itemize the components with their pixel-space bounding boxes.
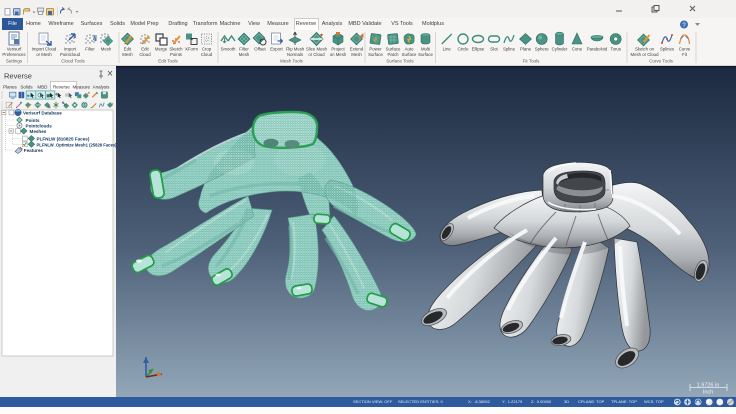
svg-text:Cylinder: Cylinder	[552, 47, 568, 52]
svg-text:Spline: Spline	[503, 47, 516, 52]
svg-text:Points: Points	[170, 52, 182, 57]
svg-text:Filter: Filter	[239, 47, 249, 52]
svg-text:Reverse: Reverse	[4, 72, 32, 81]
svg-text:Multi: Multi	[421, 47, 430, 52]
svg-text:Verisurf Database: Verisurf Database	[23, 111, 62, 116]
svg-text:Cone: Cone	[572, 47, 583, 52]
svg-text:Edit: Edit	[141, 47, 149, 52]
svg-text:XForm: XForm	[185, 47, 198, 52]
svg-text:Splines: Splines	[660, 47, 674, 52]
svg-text:Mesh or Cloud: Mesh or Cloud	[631, 52, 660, 57]
svg-text:Surface: Surface	[386, 47, 401, 52]
svg-text:Settings: Settings	[6, 59, 23, 64]
svg-text:Crop: Crop	[202, 47, 212, 52]
svg-text:Solids: Solids	[20, 85, 33, 90]
svg-text:Pointcloud: Pointcloud	[60, 52, 81, 57]
svg-text:Sketch on: Sketch on	[635, 47, 655, 52]
svg-text:Edit: Edit	[124, 47, 132, 52]
svg-text:Edit Tools: Edit Tools	[158, 59, 178, 64]
svg-text:Flip Mesh: Flip Mesh	[286, 47, 305, 52]
svg-text:Cloud: Cloud	[139, 52, 151, 57]
svg-text:Preferences: Preferences	[2, 52, 25, 57]
svg-text:Mesh: Mesh	[239, 52, 250, 57]
svg-text:Power: Power	[369, 47, 382, 52]
svg-text:Pointclouds: Pointclouds	[26, 124, 53, 129]
svg-text:Offset: Offset	[254, 47, 266, 52]
svg-text:Import Cloud: Import Cloud	[32, 47, 57, 52]
svg-text:Extend: Extend	[350, 47, 364, 52]
svg-text:Smooth: Smooth	[221, 47, 236, 52]
svg-text:Plane: Plane	[520, 47, 532, 52]
svg-text:Sketch: Sketch	[169, 47, 183, 52]
svg-text:Surface: Surface	[418, 52, 433, 57]
svg-text:Curve: Curve	[679, 47, 691, 52]
svg-text:Filter: Filter	[85, 47, 95, 52]
svg-text:Fit Tools: Fit Tools	[523, 59, 540, 64]
svg-text:Points: Points	[26, 118, 40, 123]
svg-text:Cloud Tools: Cloud Tools	[61, 59, 85, 64]
svg-text:Planes: Planes	[3, 85, 18, 90]
svg-text:Surface: Surface	[368, 52, 383, 57]
svg-text:Mesh: Mesh	[122, 52, 133, 57]
svg-text:Cloud: Cloud	[201, 52, 213, 57]
svg-text:Circle: Circle	[458, 47, 470, 52]
svg-text:or Mesh: or Mesh	[36, 52, 52, 57]
svg-text:Features: Features	[24, 148, 44, 153]
svg-text:Slice Mesh: Slice Mesh	[306, 47, 328, 52]
svg-text:Paraboloid: Paraboloid	[587, 47, 608, 52]
svg-text:Auto: Auto	[405, 47, 414, 52]
svg-text:Surface: Surface	[402, 52, 417, 57]
svg-text:Patch: Patch	[388, 52, 400, 57]
svg-text:Inch: Inch	[703, 390, 713, 396]
svg-text:Mesh: Mesh	[351, 52, 362, 57]
svg-text:Measure: Measure	[73, 85, 91, 90]
svg-text:Mesh: Mesh	[101, 47, 112, 52]
svg-text:Reverse: Reverse	[53, 85, 70, 90]
svg-text:Surface Tools: Surface Tools	[386, 59, 414, 64]
svg-text:Torus: Torus	[610, 47, 621, 52]
svg-text:PLFNLW_Optimize Mesh1 (25828 F: PLFNLW_Optimize Mesh1 (25828 Faces)	[37, 142, 117, 147]
svg-text:on Mesh: on Mesh	[330, 52, 347, 57]
svg-text:Normals: Normals	[287, 52, 303, 57]
svg-text:Verisurf: Verisurf	[7, 47, 22, 52]
svg-text:Line: Line	[443, 47, 452, 52]
svg-text:PLFNLW (810825 Faces): PLFNLW (810825 Faces)	[37, 137, 90, 142]
svg-text:MBD: MBD	[37, 85, 48, 90]
svg-text:or Cloud: or Cloud	[308, 52, 325, 57]
svg-text:Curve Tools: Curve Tools	[649, 59, 673, 64]
svg-text:Mesh Tools: Mesh Tools	[280, 59, 303, 64]
svg-text:Sphere: Sphere	[535, 47, 549, 52]
svg-text:1.9726 in: 1.9726 in	[697, 383, 720, 389]
svg-text:Analysis: Analysis	[93, 85, 111, 90]
svg-text:Slot: Slot	[490, 47, 498, 52]
svg-text:Export: Export	[270, 47, 283, 52]
svg-text:Project: Project	[331, 47, 345, 52]
svg-text:Merge: Merge	[155, 47, 168, 52]
svg-text:Meshes: Meshes	[30, 129, 47, 134]
svg-text:Fit: Fit	[682, 52, 688, 57]
svg-text:Ellipse: Ellipse	[472, 47, 485, 52]
svg-text:Import: Import	[64, 47, 77, 52]
